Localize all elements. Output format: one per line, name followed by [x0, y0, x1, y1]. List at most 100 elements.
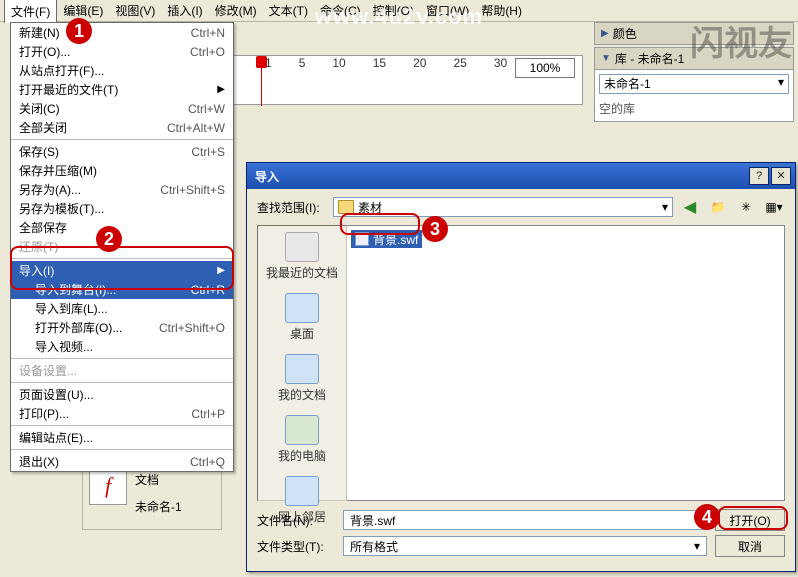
place-label: 我的电脑 [278, 449, 326, 463]
mi-close[interactable]: 关闭(C)Ctrl+W [11, 99, 233, 118]
dialog-titlebar[interactable]: 导入 ? ✕ [247, 163, 795, 189]
frame-num: 20 [413, 56, 426, 72]
mi-import-stage[interactable]: 导入到舞台(I)...Ctrl+R [11, 280, 233, 299]
look-in-row: 查找范围(I): 素材 ▾ ◀ 📁 ✳ ▦▾ [257, 195, 785, 219]
network-icon [285, 476, 319, 506]
mydocs-icon [285, 354, 319, 384]
menu-view[interactable]: 视图(V) [109, 0, 161, 22]
place-mydocs[interactable]: 我的文档 [262, 354, 342, 403]
menu-modify[interactable]: 修改(M) [209, 0, 263, 22]
new-folder-icon[interactable]: ✳ [735, 197, 757, 217]
chevron-down-icon: ▾ [694, 539, 700, 553]
panel-library[interactable]: ▼ 库 - 未命名-1 [594, 47, 794, 70]
mi-new[interactable]: 新建(N)Ctrl+N [11, 23, 233, 42]
file-item-label: 背景.swf [373, 231, 418, 248]
frame-num: 25 [453, 56, 466, 72]
panel-color[interactable]: ▶ 颜色 [594, 22, 794, 45]
chevron-down-icon: ▼ [601, 53, 611, 64]
menu-text[interactable]: 文本(T) [263, 0, 314, 22]
mi-save-template[interactable]: 另存为模板(T)... [11, 199, 233, 218]
desktop-icon [285, 293, 319, 323]
annotation-marker-1: 1 [66, 18, 92, 44]
menu-window[interactable]: 窗口(W) [420, 0, 475, 22]
mi-device-settings: 设备设置... [11, 361, 233, 380]
place-label: 我最近的文档 [266, 266, 338, 280]
filename-combo[interactable]: 背景.swf▾ [343, 510, 707, 530]
library-body: 未命名-1 ▾ 空的库 [594, 70, 794, 122]
cancel-button[interactable]: 取消 [715, 535, 785, 557]
place-desktop[interactable]: 桌面 [262, 293, 342, 342]
places-bar: 我最近的文档 桌面 我的文档 我的电脑 网上邻居 [257, 225, 347, 501]
frame-num: 30 [494, 56, 507, 72]
frame-num: 15 [373, 56, 386, 72]
mi-save-compress[interactable]: 保存并压缩(M) [11, 161, 233, 180]
mi-save[interactable]: 保存(S)Ctrl+S [11, 142, 233, 161]
menu-control[interactable]: 控制(O) [367, 0, 420, 22]
zoom-input[interactable]: 100% [515, 58, 575, 78]
mi-import[interactable]: 导入(I)▶ [11, 261, 233, 280]
mi-close-all[interactable]: 全部关闭Ctrl+Alt+W [11, 118, 233, 137]
file-item[interactable]: 背景.swf [351, 230, 422, 248]
mi-open[interactable]: 打开(O)...Ctrl+O [11, 42, 233, 61]
place-label: 我的文档 [278, 388, 326, 402]
help-button[interactable]: ? [749, 167, 769, 185]
panel-title: 颜色 [613, 25, 637, 42]
look-in-combo[interactable]: 素材 ▾ [333, 197, 673, 217]
chevron-right-icon: ▶ [217, 84, 225, 95]
mi-open-ext-lib[interactable]: 打开外部库(O)...Ctrl+Shift+O [11, 318, 233, 337]
library-doc-select[interactable]: 未命名-1 ▾ [599, 74, 789, 94]
chevron-right-icon: ▶ [217, 265, 225, 276]
annotation-marker-3: 3 [422, 216, 448, 242]
menu-insert[interactable]: 插入(I) [161, 0, 208, 22]
menu-help[interactable]: 帮助(H) [475, 0, 528, 22]
filename-value: 背景.swf [350, 512, 395, 529]
filename-label: 文件名(N): [257, 512, 335, 529]
app-root: 文件(F) 编辑(E) 视图(V) 插入(I) 修改(M) 文本(T) 命令(C… [0, 0, 798, 577]
filetype-combo[interactable]: 所有格式 ▾ [343, 536, 707, 556]
right-panels: ▶ 颜色 ▼ 库 - 未命名-1 未命名-1 ▾ 空的库 [594, 22, 794, 122]
up-folder-icon[interactable]: 📁 [707, 197, 729, 217]
mi-open-site[interactable]: 从站点打开(F)... [11, 61, 233, 80]
select-value: 未命名-1 [604, 77, 651, 91]
annotation-marker-4: 4 [694, 504, 720, 530]
mi-save-all[interactable]: 全部保存 [11, 218, 233, 237]
dialog-title: 导入 [251, 168, 747, 185]
open-button[interactable]: 打开(O) [715, 509, 785, 531]
look-in-label: 查找范围(I): [257, 199, 327, 216]
menubar: 文件(F) 编辑(E) 视图(V) 插入(I) 修改(M) 文本(T) 命令(C… [0, 0, 798, 22]
recent-icon [285, 232, 319, 262]
mi-edit-sites[interactable]: 编辑站点(E)... [11, 428, 233, 447]
filetype-value: 所有格式 [350, 538, 398, 555]
mi-page-setup[interactable]: 页面设置(U)... [11, 385, 233, 404]
flash-doc-icon: f [89, 467, 127, 505]
mi-revert: 还原(T) [11, 237, 233, 256]
look-in-value: 素材 [358, 199, 382, 216]
close-button[interactable]: ✕ [771, 167, 791, 185]
mi-import-video[interactable]: 导入视频... [11, 337, 233, 356]
chevron-down-icon: ▾ [778, 75, 784, 89]
back-icon[interactable]: ◀ [679, 197, 701, 217]
mi-open-recent[interactable]: 打开最近的文件(T)▶ [11, 80, 233, 99]
mi-save-as[interactable]: 另存为(A)...Ctrl+Shift+S [11, 180, 233, 199]
panel-title: 库 - 未命名-1 [615, 50, 684, 67]
file-area: 我最近的文档 桌面 我的文档 我的电脑 网上邻居 背景.swf [257, 225, 785, 501]
menu-command[interactable]: 命令(C) [314, 0, 367, 22]
place-label: 桌面 [290, 327, 314, 341]
file-listing[interactable]: 背景.swf [347, 225, 785, 501]
folder-icon [338, 200, 354, 214]
chevron-right-icon: ▶ [601, 28, 609, 39]
views-icon[interactable]: ▦▾ [763, 197, 785, 217]
playhead[interactable] [261, 56, 262, 106]
filetype-label: 文件类型(T): [257, 538, 335, 555]
mi-import-library[interactable]: 导入到库(L)... [11, 299, 233, 318]
place-recent[interactable]: 我最近的文档 [262, 232, 342, 281]
chevron-down-icon: ▾ [662, 200, 668, 214]
frame-num: 10 [332, 56, 345, 72]
library-empty-label: 空的库 [599, 100, 789, 117]
frame-num: 5 [299, 56, 306, 72]
file-menu-dropdown: 新建(N)Ctrl+N 打开(O)...Ctrl+O 从站点打开(F)... 打… [10, 22, 234, 472]
place-mycomputer[interactable]: 我的电脑 [262, 415, 342, 464]
menu-file[interactable]: 文件(F) [4, 0, 57, 23]
mi-exit[interactable]: 退出(X)Ctrl+Q [11, 452, 233, 471]
mi-print[interactable]: 打印(P)...Ctrl+P [11, 404, 233, 423]
